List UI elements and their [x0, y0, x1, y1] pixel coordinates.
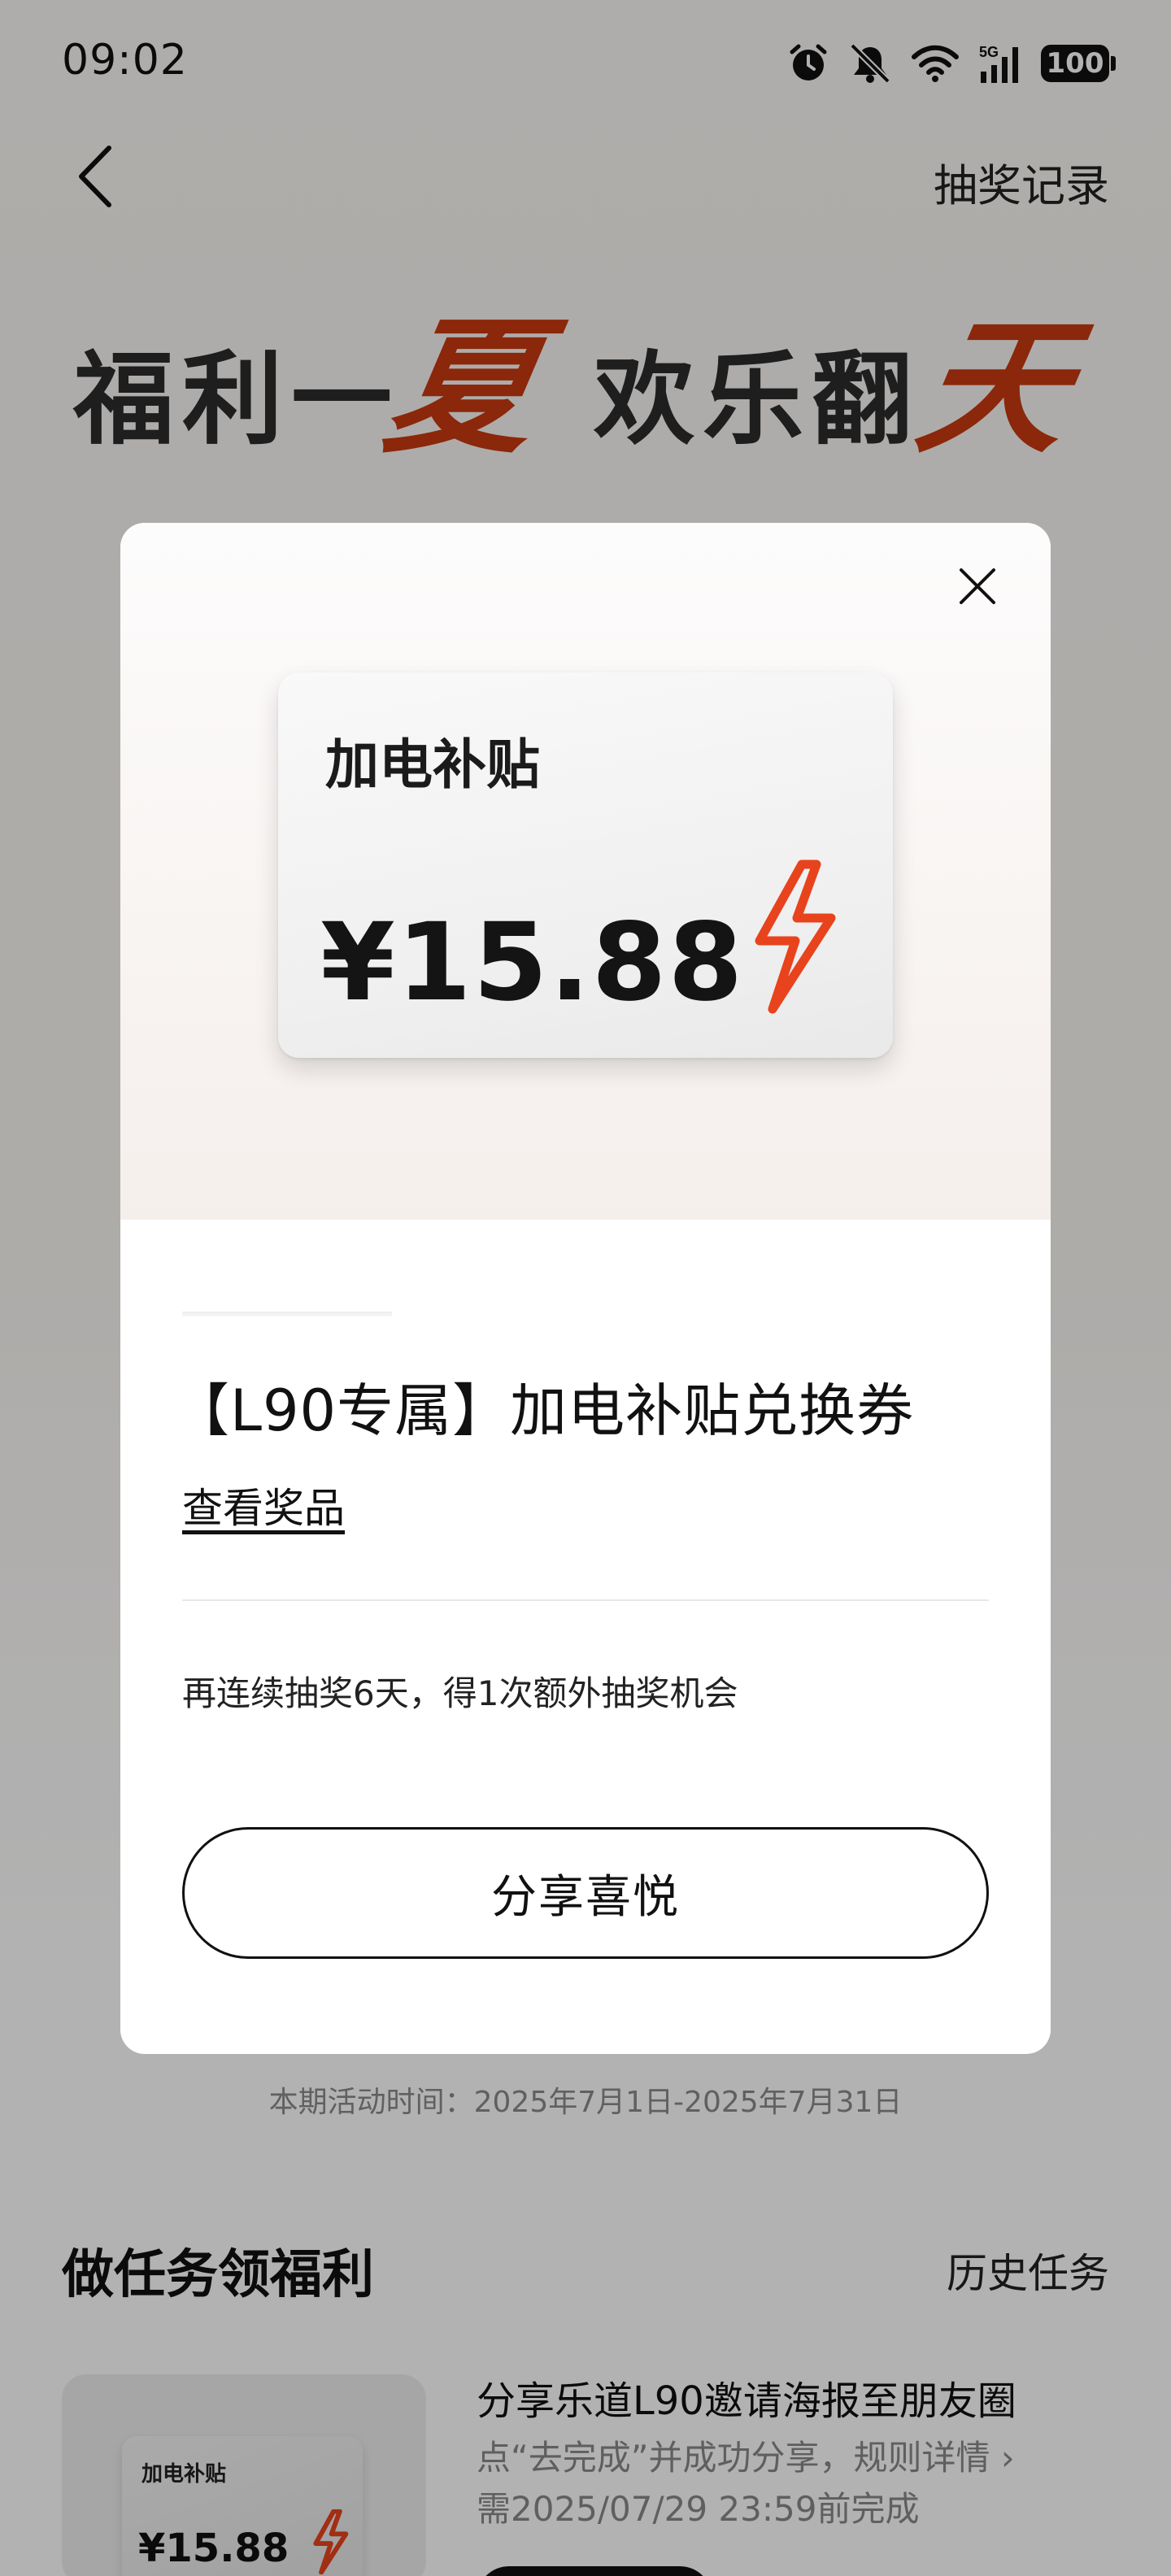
share-joy-button[interactable]: 分享喜悦 — [182, 1827, 989, 1959]
prize-modal: 加电补贴 ¥15.88 【L90专属】加电补贴兑换券 查看奖品 再连续抽奖6天，… — [120, 523, 1051, 2054]
lightning-icon — [755, 859, 836, 1014]
coupon-title: 加电补贴 — [325, 733, 540, 796]
coupon-amount: ¥15.88 — [320, 900, 745, 1025]
prize-title: 【L90专属】加电补贴兑换券 — [172, 1377, 915, 1444]
view-prize-link[interactable]: 查看奖品 — [182, 1476, 345, 1534]
modal-header-area: 加电补贴 ¥15.88 — [120, 523, 1051, 1220]
prize-coupon: 加电补贴 ¥15.88 — [278, 672, 893, 1058]
modal-divider — [182, 1599, 989, 1601]
streak-bonus-text: 再连续抽奖6天，得1次额外抽奖机会 — [182, 1673, 738, 1713]
close-icon[interactable] — [955, 564, 1000, 609]
decorative-divider — [182, 1312, 392, 1316]
